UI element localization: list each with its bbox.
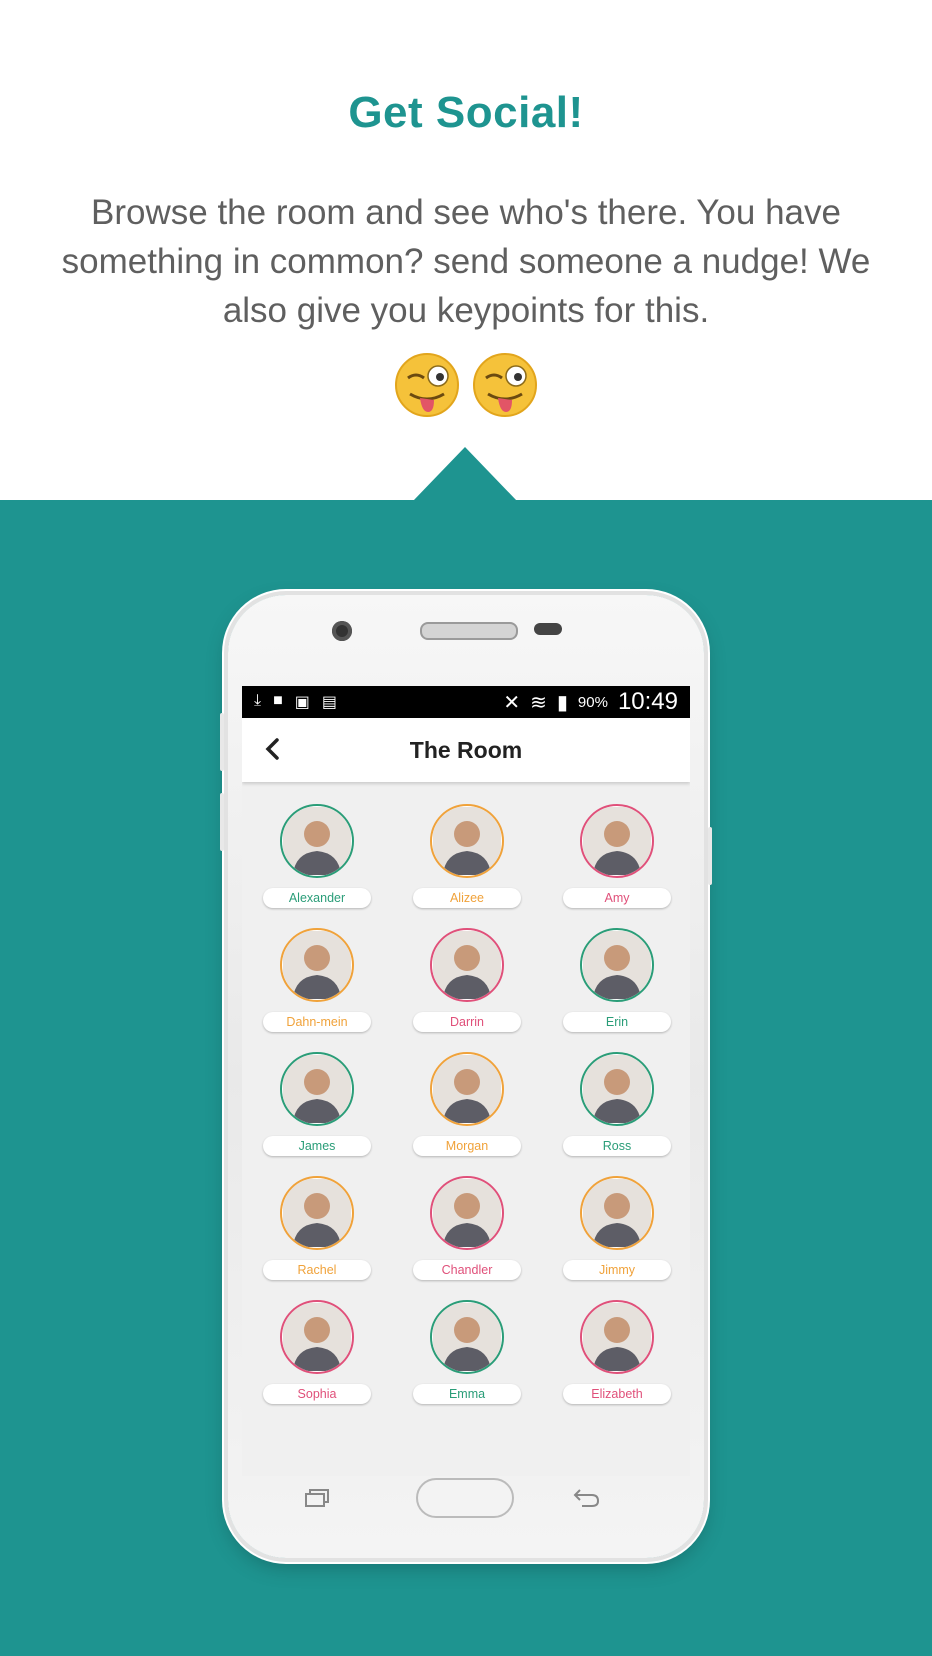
person-name: Morgan [413,1136,521,1156]
front-camera [332,621,352,641]
person-name: Sophia [263,1384,371,1404]
person-silhouette-icon [283,1179,351,1247]
person-card[interactable]: Rachel [242,1176,392,1280]
person-silhouette-icon [583,931,651,999]
proximity-sensor [534,623,562,635]
winking-face-with-tongue-icon [395,353,459,417]
person-name: Chandler [413,1260,521,1280]
power-button [708,827,712,885]
person-card[interactable]: Elizabeth [542,1300,690,1404]
avatar[interactable] [430,1052,504,1126]
person-name: Elizabeth [563,1384,671,1404]
avatar[interactable] [280,928,354,1002]
phone-screen: ⤓ ■ ▣ ▤ ✕ ≋ ▮ 90% 10:49 The Room Alexand… [242,686,690,1476]
message-icon: ■ [273,692,283,709]
person-name: Emma [413,1384,521,1404]
clipboard-icon: ▤ [321,694,337,711]
person-card[interactable]: Alizee [392,804,542,908]
person-silhouette-icon [433,931,501,999]
person-silhouette-icon [583,1303,651,1371]
person-card[interactable]: Sophia [242,1300,392,1404]
person-silhouette-icon [283,1303,351,1371]
person-name: Erin [563,1012,671,1032]
status-bar: ⤓ ■ ▣ ▤ ✕ ≋ ▮ 90% 10:49 [242,686,690,718]
person-silhouette-icon [583,1055,651,1123]
person-name: Ross [563,1136,671,1156]
section-pointer [413,447,517,501]
person-silhouette-icon [433,1303,501,1371]
person-card[interactable]: Alexander [242,804,392,908]
battery-level: 90% [577,693,608,711]
home-button[interactable] [416,1478,514,1518]
person-card[interactable]: Dahn-mein [242,928,392,1032]
person-silhouette-icon [433,1055,501,1123]
avatar[interactable] [280,1052,354,1126]
person-card[interactable]: Ross [542,1052,690,1156]
person-card[interactable]: James [242,1052,392,1156]
app-bar: The Room [242,718,690,782]
avatar[interactable] [280,1300,354,1374]
hardware-nav-bar [228,1476,704,1558]
phone-mockup: ⤓ ■ ▣ ▤ ✕ ≋ ▮ 90% 10:49 The Room Alexand… [220,595,712,1558]
page-description: Browse the room and see who's there. You… [61,193,871,330]
mute-icon: ✕ [503,691,521,714]
person-name: Alizee [413,888,521,908]
person-name: Amy [563,888,671,908]
avatar[interactable] [580,804,654,878]
avatar[interactable] [280,804,354,878]
image-icon: ▣ [294,694,310,711]
recent-apps-icon[interactable] [304,1488,330,1508]
person-name: Dahn-mein [263,1012,371,1032]
person-card[interactable]: Erin [542,928,690,1032]
person-card[interactable]: Darrin [392,928,542,1032]
person-silhouette-icon [283,1055,351,1123]
person-name: Darrin [413,1012,521,1032]
wifi-icon: ≋ [530,691,547,714]
avatar[interactable] [580,928,654,1002]
person-card[interactable]: Emma [392,1300,542,1404]
volume-up-button [220,713,224,771]
notification-icons: ⤓ ■ ▣ ▤ [254,692,337,712]
avatar[interactable] [430,1176,504,1250]
person-name: Rachel [263,1260,371,1280]
clock: 10:49 [617,688,678,715]
person-card[interactable]: Morgan [392,1052,542,1156]
person-name: James [263,1136,371,1156]
person-name: Jimmy [563,1260,671,1280]
page-title: Get Social! [348,88,584,137]
people-grid: Alexander Alizee Amy Dahn-mein Darrin Erin Jam… [242,782,690,1404]
emoji-row [0,352,932,418]
person-card[interactable]: Jimmy [542,1176,690,1280]
avatar[interactable] [580,1052,654,1126]
avatar[interactable] [430,928,504,1002]
screen-title: The Room [409,737,523,763]
avatar[interactable] [580,1300,654,1374]
person-silhouette-icon [433,807,501,875]
back-arrow-icon[interactable] [572,1486,600,1508]
person-silhouette-icon [583,1179,651,1247]
person-card[interactable]: Amy [542,804,690,908]
volume-down-button [220,793,224,851]
winking-face-with-tongue-icon [473,353,537,417]
avatar[interactable] [430,1300,504,1374]
person-name: Alexander [263,888,371,908]
download-icon: ⤓ [254,692,262,709]
person-silhouette-icon [283,931,351,999]
signal-icon: ▮ [556,691,568,714]
person-card[interactable]: Chandler [392,1176,542,1280]
earpiece-speaker [420,622,518,640]
person-silhouette-icon [283,807,351,875]
person-silhouette-icon [583,807,651,875]
system-icons: ✕ ≋ ▮ 90% 10:49 [503,688,678,716]
avatar[interactable] [430,804,504,878]
avatar[interactable] [280,1176,354,1250]
person-silhouette-icon [433,1179,501,1247]
intro-section: Get Social! Browse the room and see who'… [0,0,932,500]
avatar[interactable] [580,1176,654,1250]
